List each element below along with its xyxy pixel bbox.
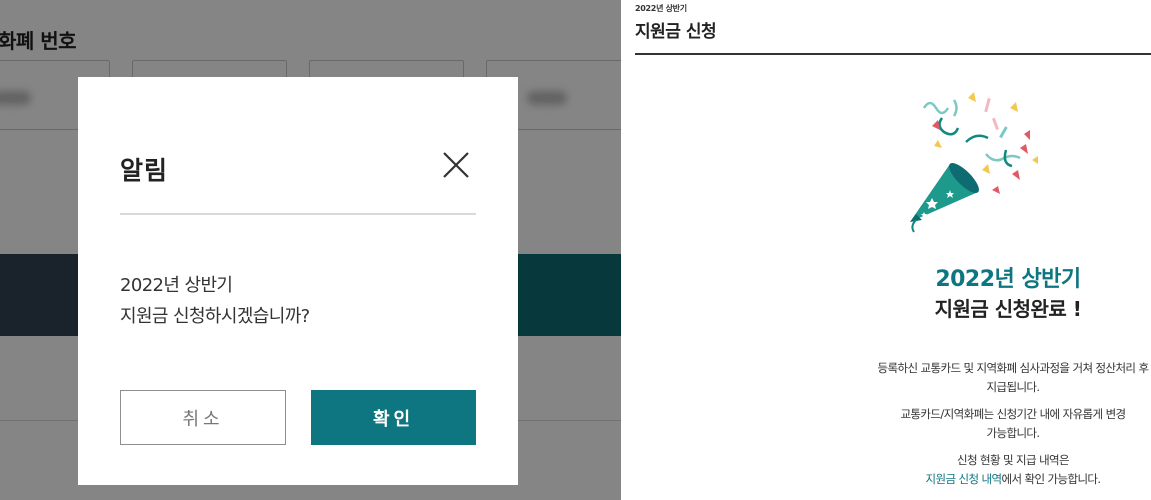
- page-title: 지원금 신청: [635, 22, 717, 42]
- confirm-button[interactable]: 확인: [311, 390, 476, 445]
- application-history-link[interactable]: 지원금 신청 내역: [926, 472, 1003, 486]
- party-popper-icon: [910, 92, 1038, 233]
- info-line: 지급됩니다.: [986, 380, 1041, 394]
- close-button[interactable]: [440, 149, 472, 181]
- info-line: 교통카드/지역화폐는 신청기간 내에 자유롭게 변경: [900, 407, 1126, 421]
- info-paragraph: 교통카드/지역화폐는 신청기간 내에 자유롭게 변경 가능합니다.: [843, 405, 1151, 443]
- cancel-button[interactable]: 취소: [120, 390, 286, 445]
- completion-screen: 2022년 상반기 지원금 신청 2022년 상반기 지원금 신청완료 ! 등록…: [635, 0, 1151, 500]
- panel-separator: [621, 0, 635, 500]
- dialog-message: 2022년 상반기 지원금 신청하시겠습니까?: [120, 270, 480, 332]
- info-line: 등록하신 교통카드 및 지역화폐 심사과정을 거쳐 정산처리 후: [877, 361, 1149, 375]
- dialog-message-line: 2022년 상반기: [120, 275, 233, 296]
- info-line: 신청 현황 및 지급 내역은: [956, 453, 1070, 467]
- dialog-divider: [120, 213, 476, 215]
- completion-headline-year: 2022년 상반기: [935, 267, 1081, 292]
- dialog-message-line: 지원금 신청하시겠습니까?: [120, 306, 310, 327]
- info-paragraph: 등록하신 교통카드 및 지역화폐 심사과정을 거쳐 정산처리 후 지급됩니다.: [843, 359, 1151, 397]
- dialog-title: 알림: [120, 156, 169, 185]
- confirm-screen: 화폐 번호 알림 2022년 상반기 지원금 신청하시겠습니까? 취소 확인: [0, 0, 621, 500]
- header-rule: [635, 53, 1151, 55]
- info-line-suffix: 에서 확인 가능합니다.: [1001, 472, 1101, 486]
- header-subtitle: 2022년 상반기: [635, 4, 687, 13]
- alert-dialog: 알림 2022년 상반기 지원금 신청하시겠습니까? 취소 확인: [78, 77, 518, 485]
- close-icon: [443, 152, 469, 178]
- completion-headline: 지원금 신청완료 !: [934, 297, 1082, 321]
- info-line: 가능합니다.: [986, 426, 1041, 440]
- info-line: 지원금 신청 내역에서 확인 가능합니다.: [843, 470, 1151, 489]
- info-paragraph: 신청 현황 및 지급 내역은 지원금 신청 내역에서 확인 가능합니다.: [843, 451, 1151, 489]
